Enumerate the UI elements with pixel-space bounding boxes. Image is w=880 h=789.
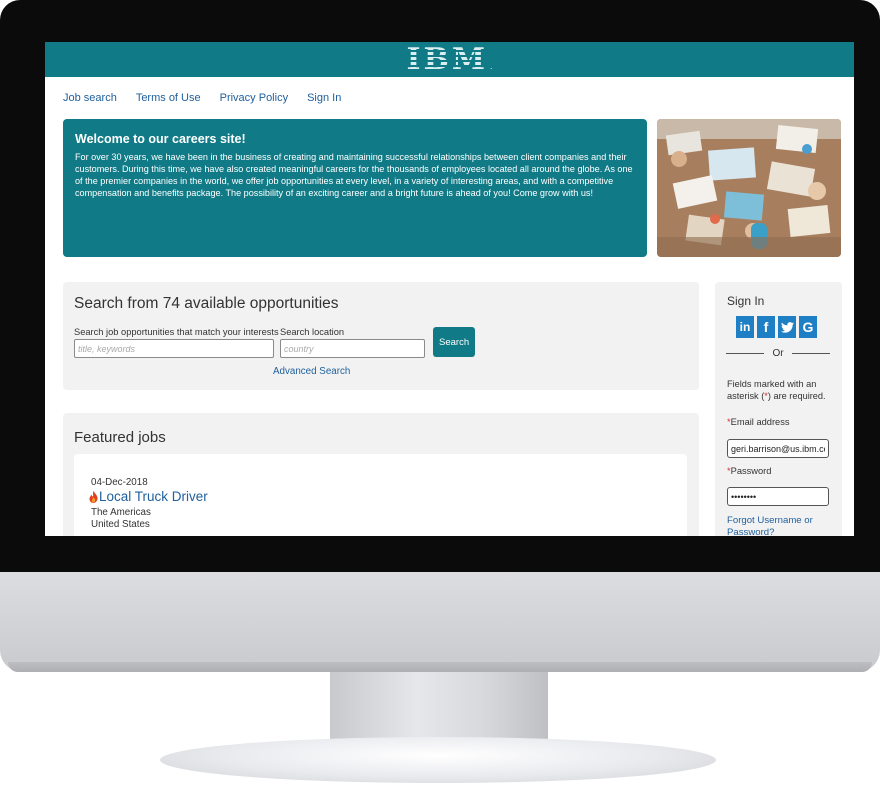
job-title-row[interactable]: Local Truck Driver bbox=[89, 489, 208, 504]
or-divider: Or bbox=[726, 348, 831, 359]
email-label-text: Email address bbox=[730, 417, 790, 427]
advanced-search-link[interactable]: Advanced Search bbox=[273, 366, 350, 377]
top-nav: Job search Terms of Use Privacy Policy S… bbox=[45, 77, 854, 104]
logo-mark: . bbox=[490, 61, 493, 71]
email-field[interactable] bbox=[727, 439, 829, 458]
password-label-text: Password bbox=[730, 466, 772, 476]
welcome-body: For over 30 years, we have been in the b… bbox=[75, 152, 633, 198]
job-title-link[interactable]: Local Truck Driver bbox=[99, 489, 208, 504]
featured-jobs-panel: Featured jobs 04-Dec-2018 Local Truck Dr… bbox=[63, 413, 699, 536]
monitor-stand-base bbox=[160, 737, 716, 783]
monitor-chin-shadow bbox=[8, 662, 872, 672]
nav-job-search[interactable]: Job search bbox=[63, 92, 117, 104]
password-field[interactable] bbox=[727, 487, 829, 506]
job-country: United States bbox=[91, 519, 150, 530]
office-team-photo bbox=[657, 119, 841, 257]
linkedin-icon[interactable]: in bbox=[736, 316, 754, 338]
note-text-end: ) are required. bbox=[767, 391, 826, 401]
job-region: The Americas bbox=[91, 507, 151, 518]
site-header: IBM . bbox=[45, 42, 854, 77]
sign-in-heading: Sign In bbox=[727, 294, 765, 308]
search-button[interactable]: Search bbox=[433, 327, 475, 357]
email-label: *Email address bbox=[727, 417, 790, 427]
required-fields-note: Fields marked with an asterisk (*) are r… bbox=[727, 378, 837, 402]
twitter-bird-glyph bbox=[780, 321, 794, 333]
password-label: *Password bbox=[727, 466, 771, 476]
or-text: Or bbox=[772, 348, 784, 359]
welcome-banner: Welcome to our careers site! For over 30… bbox=[63, 119, 647, 257]
ibm-logo[interactable]: IBM bbox=[406, 42, 488, 77]
office-team-illustration bbox=[657, 119, 841, 257]
or-divider-line-right bbox=[791, 353, 831, 354]
nav-sign-in[interactable]: Sign In bbox=[307, 92, 341, 104]
browser-screen: IBM . Job search Terms of Use Privacy Po… bbox=[45, 42, 854, 536]
job-date: 04-Dec-2018 bbox=[91, 477, 148, 488]
search-heading: Search from 74 available opportunities bbox=[74, 295, 339, 312]
monitor-chin bbox=[0, 572, 880, 672]
featured-jobs-heading: Featured jobs bbox=[74, 429, 166, 446]
forgot-username-password-link[interactable]: Forgot Username or Password? bbox=[727, 515, 837, 536]
google-icon[interactable]: G bbox=[799, 316, 817, 338]
keywords-label: Search job opportunities that match your… bbox=[74, 327, 279, 337]
social-login-buttons: in f G bbox=[736, 316, 817, 338]
hot-job-flame-icon bbox=[89, 490, 98, 503]
twitter-icon[interactable] bbox=[778, 316, 796, 338]
location-label: Search location bbox=[280, 327, 345, 337]
facebook-icon[interactable]: f bbox=[757, 316, 775, 338]
sign-in-panel: Sign In in f G Or Fields marked with an … bbox=[715, 282, 842, 536]
welcome-title: Welcome to our careers site! bbox=[75, 132, 246, 146]
location-input[interactable] bbox=[280, 339, 425, 358]
nav-privacy-policy[interactable]: Privacy Policy bbox=[220, 92, 288, 104]
job-card[interactable]: 04-Dec-2018 Local Truck Driver The Ameri… bbox=[74, 454, 687, 536]
job-search-panel: Search from 74 available opportunities S… bbox=[63, 282, 699, 390]
keywords-input[interactable] bbox=[74, 339, 274, 358]
or-divider-line-left bbox=[726, 353, 765, 354]
nav-terms-of-use[interactable]: Terms of Use bbox=[136, 92, 201, 104]
